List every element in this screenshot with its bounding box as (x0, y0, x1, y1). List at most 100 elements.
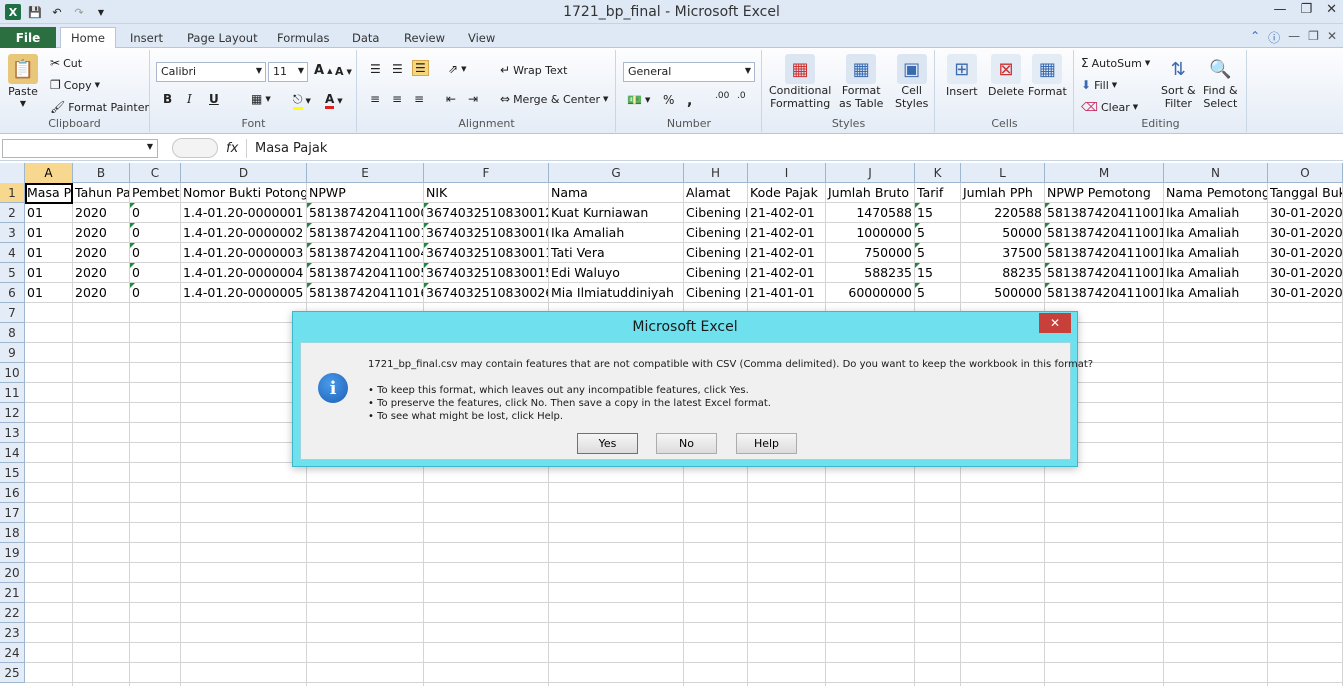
help-button[interactable]: Help (736, 433, 797, 454)
table-cell[interactable]: Ika Amaliah (1164, 263, 1268, 283)
no-button[interactable]: No (656, 433, 717, 454)
header-cell[interactable]: Jumlah PPh (961, 183, 1045, 203)
row-header-19[interactable]: 19 (0, 543, 25, 563)
close-window-icon[interactable]: ✕ (1326, 2, 1337, 17)
table-cell[interactable]: 21-402-01 (748, 263, 826, 283)
fill-color-button[interactable]: ⎋ ▼ (293, 92, 311, 110)
align-top-button[interactable]: ☰ (370, 62, 381, 76)
table-cell[interactable]: 01 (25, 243, 73, 263)
table-cell[interactable]: Ika Amaliah (1164, 283, 1268, 303)
dialog-close-button[interactable]: ✕ (1039, 313, 1071, 333)
table-cell[interactable]: 581387420411001 (1045, 223, 1164, 243)
table-cell[interactable]: 30-01-2020 (1268, 263, 1343, 283)
table-cell[interactable]: 3674032510830026 (424, 283, 549, 303)
minimize-ribbon-icon[interactable]: ⌃ (1250, 29, 1260, 46)
table-cell[interactable]: 581387420411000 (307, 203, 424, 223)
table-cell[interactable]: 581387420411001 (1045, 203, 1164, 223)
table-cell[interactable]: 2020 (73, 203, 130, 223)
table-cell[interactable]: Cibening I (684, 243, 748, 263)
table-cell[interactable]: Cibening I (684, 223, 748, 243)
table-cell[interactable]: 15 (915, 263, 961, 283)
table-cell[interactable]: 88235 (961, 263, 1045, 283)
header-cell[interactable]: Kode Pajak (748, 183, 826, 203)
table-cell[interactable]: 1.4-01.20-0000003 (181, 243, 307, 263)
header-cell[interactable]: NPWP Pemotong (1045, 183, 1164, 203)
table-cell[interactable]: Cibening I (684, 203, 748, 223)
column-header-g[interactable]: G (549, 163, 684, 183)
table-cell[interactable]: 21-402-01 (748, 203, 826, 223)
table-cell[interactable]: 581387420411001 (1045, 243, 1164, 263)
row-header-12[interactable]: 12 (0, 403, 25, 423)
table-cell[interactable]: 581387420411004 (307, 243, 424, 263)
table-cell[interactable]: 01 (25, 223, 73, 243)
table-cell[interactable]: 581387420411001 (307, 223, 424, 243)
align-bottom-button[interactable]: ☰ (412, 60, 429, 76)
align-center-button[interactable]: ≡ (392, 92, 402, 106)
grow-font-button[interactable]: A ▲ (314, 63, 332, 78)
tab-home[interactable]: Home (60, 27, 116, 48)
header-cell[interactable]: Alamat (684, 183, 748, 203)
yes-button[interactable]: Yes (577, 433, 638, 454)
table-cell[interactable]: 3674032510830010 (424, 223, 549, 243)
conditional-formatting-button[interactable]: ▦ Conditional Formatting (769, 54, 831, 110)
column-header-j[interactable]: J (826, 163, 915, 183)
header-cell[interactable]: NPWP (307, 183, 424, 203)
row-header-8[interactable]: 8 (0, 323, 25, 343)
row-header-22[interactable]: 22 (0, 603, 25, 623)
row-header-9[interactable]: 9 (0, 343, 25, 363)
header-cell[interactable]: Tarif (915, 183, 961, 203)
align-right-button[interactable]: ≡ (414, 92, 424, 106)
row-header-23[interactable]: 23 (0, 623, 25, 643)
header-cell[interactable]: Tanggal Buk (1268, 183, 1343, 203)
table-cell[interactable]: 1.4-01.20-0000002 (181, 223, 307, 243)
row-header-15[interactable]: 15 (0, 463, 25, 483)
column-header-n[interactable]: N (1164, 163, 1268, 183)
formula-bar-toggle[interactable] (172, 138, 218, 158)
header-cell[interactable]: NIK (424, 183, 549, 203)
table-cell[interactable]: 750000 (826, 243, 915, 263)
table-cell[interactable]: 01 (25, 263, 73, 283)
table-cell[interactable]: 2020 (73, 263, 130, 283)
table-cell[interactable]: 21-402-01 (748, 243, 826, 263)
borders-button[interactable]: ▦ ▼ (251, 92, 271, 106)
align-middle-button[interactable]: ☰ (392, 62, 403, 76)
cut-button[interactable]: ✂ Cut (50, 56, 82, 70)
table-cell[interactable]: Edi Waluyo (549, 263, 684, 283)
column-header-f[interactable]: F (424, 163, 549, 183)
table-cell[interactable]: Kuat Kurniawan (549, 203, 684, 223)
row-header-11[interactable]: 11 (0, 383, 25, 403)
table-cell[interactable]: 21-401-01 (748, 283, 826, 303)
table-cell[interactable]: 30-01-2020 (1268, 223, 1343, 243)
row-header-20[interactable]: 20 (0, 563, 25, 583)
table-cell[interactable]: 50000 (961, 223, 1045, 243)
select-all-corner[interactable] (0, 163, 25, 183)
table-cell[interactable]: 0 (130, 283, 181, 303)
header-cell[interactable]: Nama Pemotong (1164, 183, 1268, 203)
shrink-font-button[interactable]: A ▼ (335, 65, 352, 78)
font-size-combo[interactable]: 11 ▼ (268, 62, 308, 82)
format-cells-button[interactable]: ▦ Format (1028, 54, 1067, 98)
column-header-c[interactable]: C (130, 163, 181, 183)
table-cell[interactable]: 21-402-01 (748, 223, 826, 243)
row-header-16[interactable]: 16 (0, 483, 25, 503)
row-header-2[interactable]: 2 (0, 203, 25, 223)
table-cell[interactable]: 0 (130, 243, 181, 263)
header-cell[interactable]: Tahun Pa (73, 183, 130, 203)
paste-button[interactable]: 📋 Paste ▼ (8, 54, 38, 108)
insert-cells-button[interactable]: ⊞ Insert (946, 54, 978, 98)
table-cell[interactable]: 2020 (73, 223, 130, 243)
column-header-e[interactable]: E (307, 163, 424, 183)
table-cell[interactable]: 30-01-2020 (1268, 243, 1343, 263)
table-cell[interactable]: 588235 (826, 263, 915, 283)
row-header-6[interactable]: 6 (0, 283, 25, 303)
sort-filter-button[interactable]: ⇅ Sort & Filter (1161, 54, 1196, 111)
merge-center-button[interactable]: ⇔ Merge & Center ▼ (500, 92, 608, 106)
table-cell[interactable]: 3674032510830015 (424, 263, 549, 283)
tab-page-layout[interactable]: Page Layout (177, 27, 268, 48)
table-cell[interactable]: 1.4-01.20-0000004 (181, 263, 307, 283)
row-header-25[interactable]: 25 (0, 663, 25, 683)
table-cell[interactable]: Tati Vera (549, 243, 684, 263)
table-cell[interactable]: 581387420411005 (307, 263, 424, 283)
font-name-combo[interactable]: Calibri ▼ (156, 62, 266, 82)
column-header-o[interactable]: O (1268, 163, 1343, 183)
